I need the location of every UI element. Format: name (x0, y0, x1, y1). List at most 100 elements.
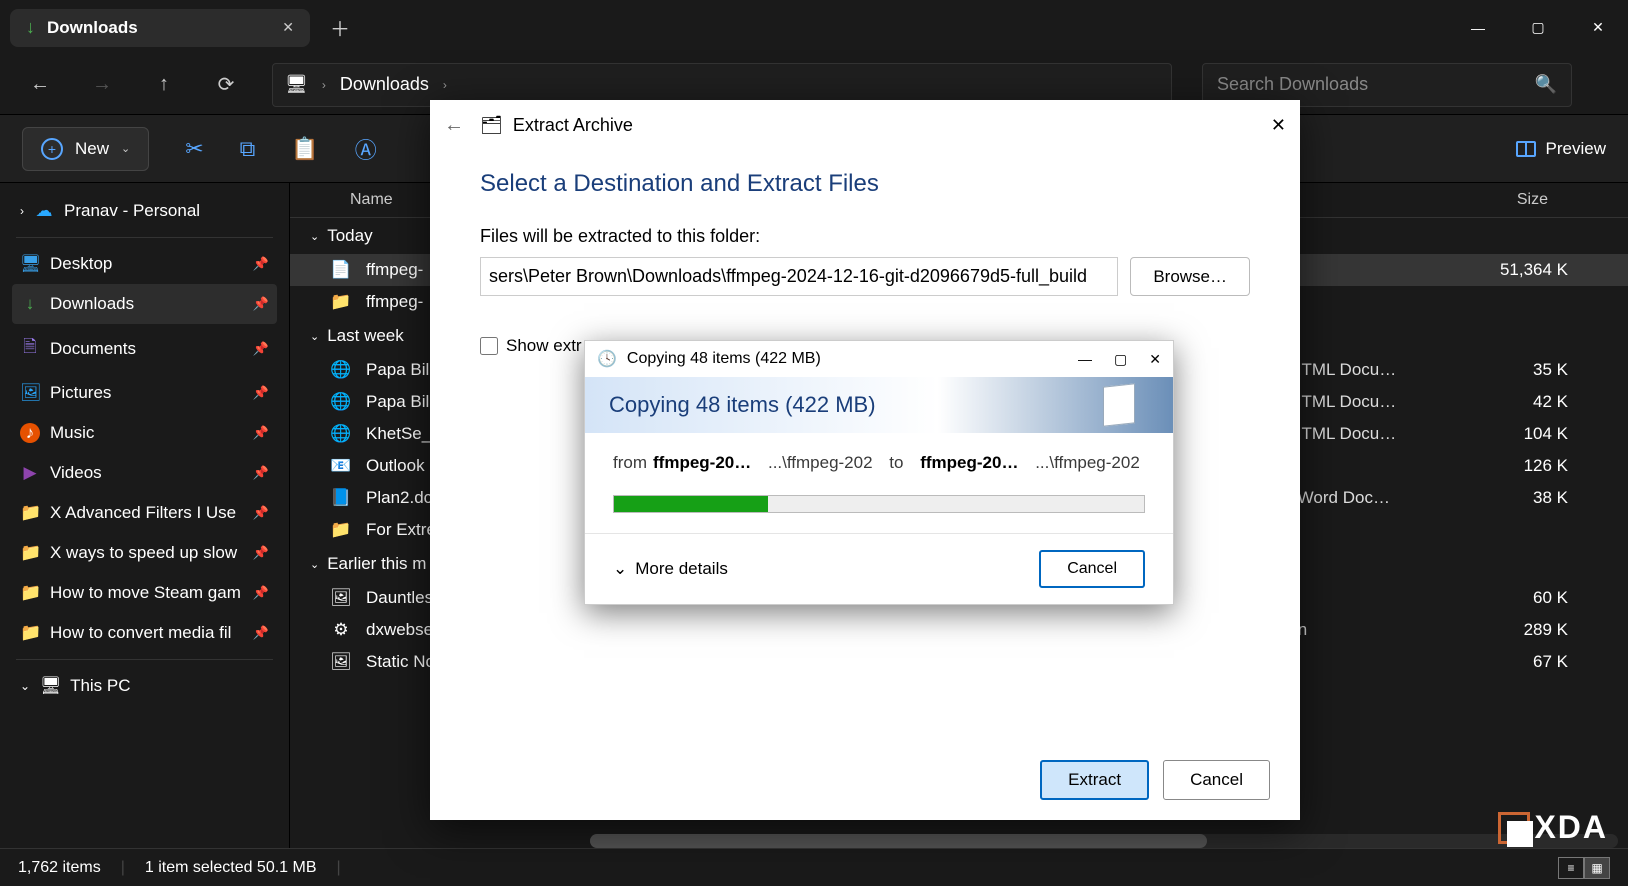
pin-icon[interactable]: 📌 (253, 256, 269, 272)
pin-icon[interactable]: 📌 (253, 465, 269, 481)
more-details-label: More details (635, 559, 728, 579)
dialog-back-button[interactable]: ← (444, 114, 464, 137)
new-tab-button[interactable]: ＋ (322, 10, 358, 46)
pin-icon[interactable]: 📌 (253, 625, 269, 641)
chevron-down-icon: ⌄ (310, 230, 319, 243)
file-size: 51,364 K (1468, 260, 1588, 280)
tab-close-icon[interactable]: ✕ (282, 19, 294, 36)
sidebar-onedrive[interactable]: › ☁ Pranav - Personal (12, 191, 277, 231)
progress-fill (614, 496, 768, 512)
file-icon: 📁 (330, 520, 352, 540)
sidebar: › ☁ Pranav - Personal 🖥Desktop📌↓Download… (0, 183, 290, 848)
extract-path-input[interactable] (480, 257, 1118, 296)
more-details-toggle[interactable]: ⌄ More details (613, 559, 728, 579)
maximize-button[interactable]: ▢ (1508, 0, 1568, 55)
preview-toggle[interactable]: Preview (1516, 139, 1606, 159)
close-window-button[interactable]: ✕ (1568, 0, 1628, 55)
sidebar-item[interactable]: 🗎Documents📌 (12, 324, 277, 373)
separator: | (121, 859, 125, 877)
file-icon: ⚙ (330, 620, 352, 640)
file-icon: 🌐 (330, 360, 352, 380)
minimize-button[interactable]: — (1448, 0, 1508, 55)
file-size: 67 K (1468, 652, 1588, 672)
sidebar-separator (16, 237, 273, 238)
pin-icon[interactable]: 📌 (253, 585, 269, 601)
preview-label: Preview (1546, 139, 1606, 159)
file-size: 289 K (1468, 620, 1588, 640)
refresh-button[interactable]: ⟳ (210, 72, 242, 97)
copy-progress-dialog: 🕓 Copying 48 items (422 MB) — ▢ ✕ Copyin… (584, 340, 1174, 605)
pic-icon: 🖼 (20, 383, 40, 403)
new-button[interactable]: + New ⌄ (22, 127, 149, 171)
back-button[interactable]: ← (24, 73, 56, 96)
up-button[interactable]: ↑ (148, 73, 180, 96)
list-view-icon[interactable]: ≡ (1558, 857, 1584, 879)
file-icon: 🖼 (330, 652, 352, 672)
fold-icon: 📁 (20, 623, 40, 643)
sidebar-item[interactable]: ↓ Downloads 📌 (12, 284, 277, 324)
pin-icon[interactable]: 📌 (253, 296, 269, 312)
sidebar-label: Desktop (50, 254, 112, 274)
new-label: New (75, 139, 109, 159)
sidebar-item[interactable]: 📁X ways to speed up slow📌 (12, 533, 277, 573)
col-size[interactable]: Size (1448, 191, 1568, 209)
pin-icon[interactable]: 📌 (253, 341, 269, 357)
crumb-downloads[interactable]: Downloads (340, 74, 429, 95)
close-button[interactable]: ✕ (1149, 351, 1161, 368)
checkbox[interactable] (480, 337, 498, 355)
cancel-button[interactable]: Cancel (1163, 760, 1270, 800)
sidebar-item[interactable]: 📁How to move Steam gam📌 (12, 573, 277, 613)
copy-title: Copying 48 items (422 MB) (627, 350, 821, 368)
horizontal-scrollbar[interactable] (590, 834, 1618, 848)
copy-cancel-button[interactable]: Cancel (1039, 550, 1145, 588)
dialog-title: Extract Archive (513, 115, 633, 136)
sidebar-this-pc[interactable]: ⌄ 🖥 This PC (12, 666, 277, 706)
download-icon: ↓ (26, 17, 35, 38)
rename-button[interactable]: Ⓐ (355, 133, 377, 165)
file-icon: 📧 (330, 456, 352, 476)
sidebar-item[interactable]: 🖼Pictures📌 (12, 373, 277, 413)
minimize-button[interactable]: — (1078, 351, 1092, 368)
sidebar-item[interactable]: ♪Music📌 (12, 413, 277, 453)
search-icon: 🔍 (1535, 74, 1557, 95)
paste-button[interactable]: 📋 (291, 136, 318, 162)
cut-button[interactable]: ✂ (185, 136, 203, 162)
dialog-close-button[interactable]: ✕ (1271, 115, 1286, 136)
pin-icon[interactable]: 📌 (253, 425, 269, 441)
copy-button[interactable]: ⧉ (240, 136, 256, 162)
pin-icon[interactable]: 📌 (253, 385, 269, 401)
tab-downloads[interactable]: ↓ Downloads ✕ (10, 9, 310, 47)
dl-icon: ↓ (20, 294, 40, 314)
dialog-heading: Select a Destination and Extract Files (480, 170, 1250, 198)
chevron-icon: › (322, 78, 326, 92)
sidebar-label: X ways to speed up slow (50, 543, 237, 563)
doc-icon: 🗎 (20, 334, 40, 363)
sidebar-item[interactable]: 📁How to convert media fil📌 (12, 613, 277, 653)
clock-icon: 🕓 (597, 349, 617, 369)
forward-button[interactable]: → (86, 73, 118, 96)
pin-icon[interactable]: 📌 (253, 505, 269, 521)
maximize-button[interactable]: ▢ (1114, 351, 1127, 368)
view-toggle[interactable]: ≡ ▦ (1558, 857, 1610, 879)
grid-view-icon[interactable]: ▦ (1584, 857, 1610, 879)
chevron-down-icon: ⌄ (121, 142, 130, 155)
file-size: 126 K (1468, 456, 1588, 476)
scrollbar-thumb[interactable] (590, 834, 1207, 848)
pc-icon: 🖥 (285, 74, 308, 95)
thispc-label: This PC (70, 676, 130, 696)
sidebar-item[interactable]: ▶Videos📌 (12, 453, 277, 493)
archive-icon: 🗂 (480, 115, 503, 136)
sidebar-label: Downloads (50, 294, 134, 314)
chevron-down-icon: ⌄ (310, 558, 319, 571)
browse-button[interactable]: Browse… (1130, 257, 1250, 296)
pin-icon[interactable]: 📌 (253, 545, 269, 561)
extract-button[interactable]: Extract (1040, 760, 1149, 800)
sidebar-label: Music (50, 423, 94, 443)
chevron-icon: ⌄ (20, 679, 30, 693)
sidebar-item[interactable]: 📁X Advanced Filters I Use 📌 (12, 493, 277, 533)
watermark-icon (1498, 812, 1530, 844)
sidebar-item[interactable]: 🖥Desktop📌 (12, 244, 277, 284)
item-count: 1,762 items (18, 859, 101, 877)
file-icon: 🌐 (330, 392, 352, 412)
onedrive-icon: ☁ (34, 201, 54, 221)
